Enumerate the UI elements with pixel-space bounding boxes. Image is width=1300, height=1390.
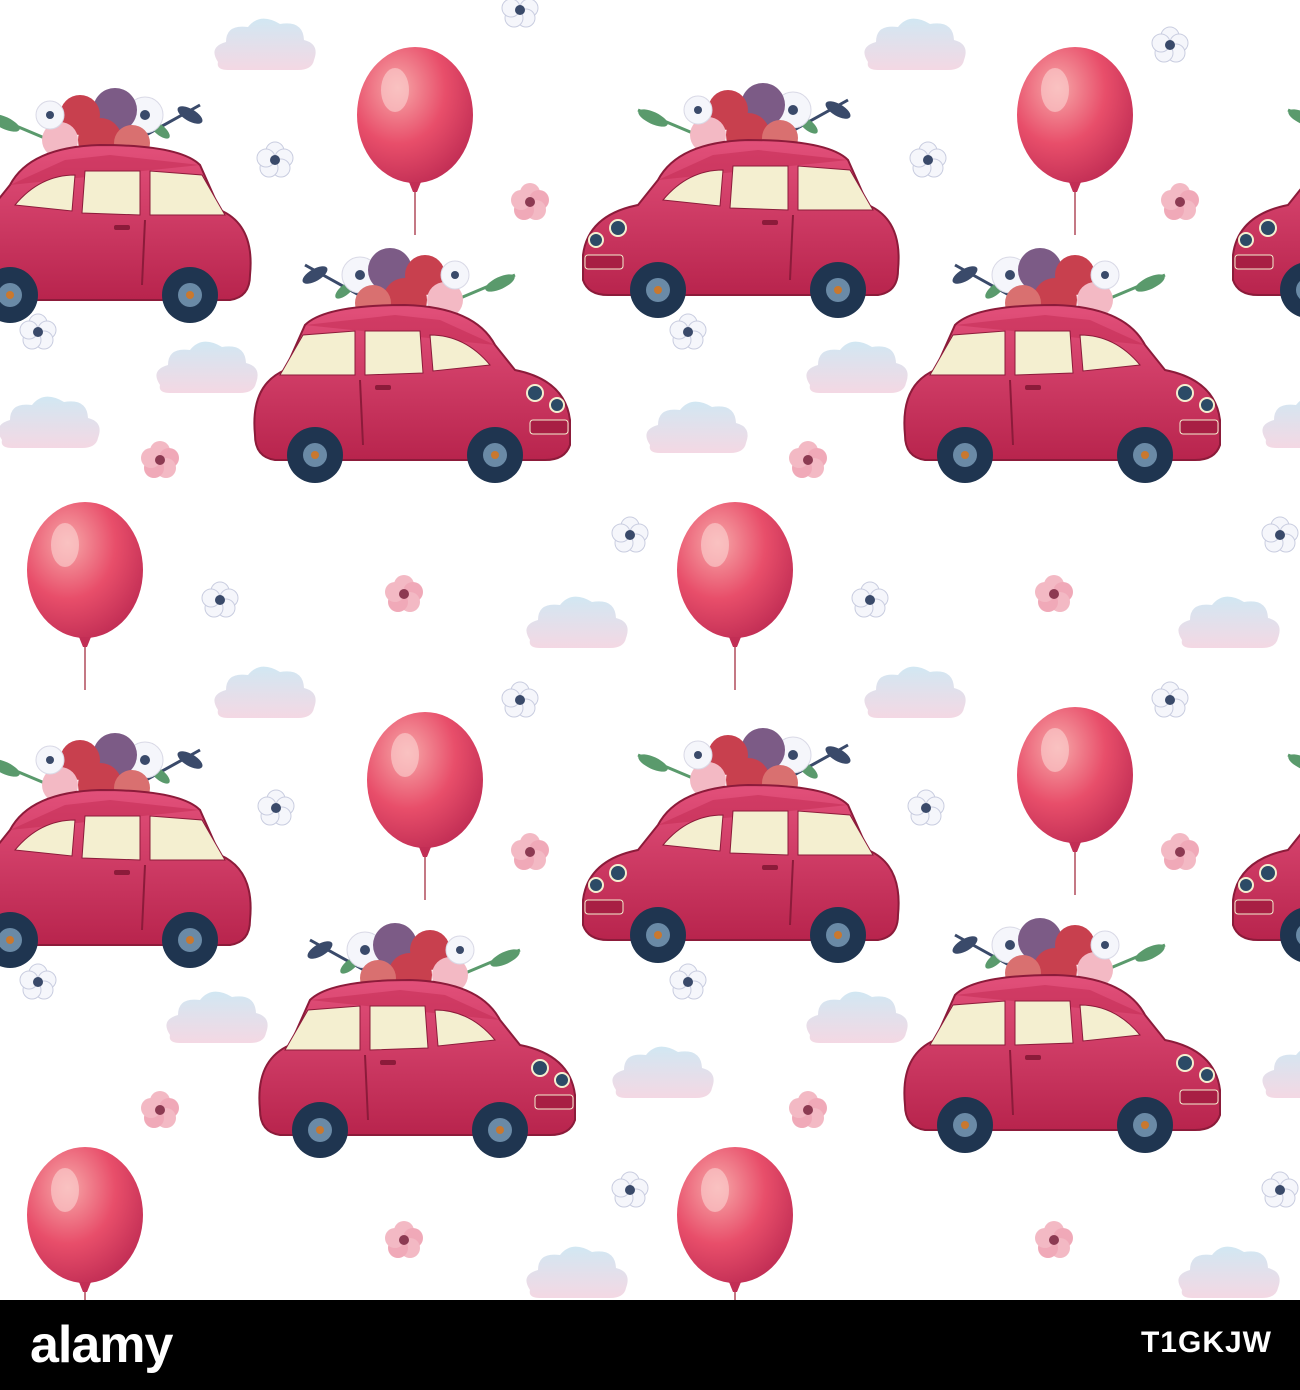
image-id-label: T1GKJW — [1140, 1326, 1272, 1359]
car-illustration — [1233, 728, 1300, 963]
white-flower — [19, 313, 57, 350]
pink-flower — [141, 1091, 179, 1128]
white-flower — [1261, 516, 1299, 553]
cloud-illustration — [864, 18, 966, 70]
car-illustration — [0, 88, 251, 323]
white-flower — [669, 313, 707, 350]
white-flower — [19, 963, 57, 1000]
pink-flower — [1035, 1221, 1073, 1258]
pink-flower — [1161, 833, 1199, 870]
cloud-illustration — [1262, 396, 1300, 448]
car-illustration — [902, 246, 1222, 485]
white-flower — [1151, 26, 1189, 63]
white-flower — [256, 141, 294, 178]
balloon-illustration — [26, 1146, 144, 1300]
balloon-illustration — [1016, 706, 1134, 896]
car-illustration — [0, 733, 251, 968]
pink-flower — [789, 1091, 827, 1128]
pink-flower — [1161, 183, 1199, 220]
cloud-illustration — [156, 341, 258, 393]
white-flower — [1151, 681, 1189, 718]
alamy-logo[interactable]: alamy — [30, 1316, 173, 1374]
cloud-illustration — [526, 596, 628, 648]
balloon-illustration — [366, 711, 484, 901]
pink-flower — [141, 441, 179, 478]
cloud-illustration — [0, 396, 100, 448]
white-flower — [501, 0, 539, 28]
cloud-illustration — [526, 1246, 628, 1298]
cloud-illustration — [1178, 596, 1280, 648]
cloud-illustration — [806, 341, 908, 393]
pink-flower — [511, 833, 549, 870]
white-flower — [611, 1171, 649, 1208]
white-flower — [501, 681, 539, 718]
white-flower — [257, 789, 295, 826]
balloon-illustration — [26, 501, 144, 691]
watermark-bar: alamy T1GKJW — [0, 1300, 1300, 1390]
car-illustration — [902, 916, 1222, 1155]
car-illustration — [1233, 83, 1300, 318]
pink-flower — [385, 1221, 423, 1258]
white-flower — [1261, 1171, 1299, 1208]
cloud-illustration — [166, 991, 268, 1043]
cloud-illustration — [214, 18, 316, 70]
balloon-illustration — [356, 46, 474, 236]
white-flower — [909, 141, 947, 178]
balloon-illustration — [676, 501, 794, 691]
car-illustration — [583, 728, 899, 963]
car-illustration — [257, 921, 577, 1160]
balloon-illustration — [676, 1146, 794, 1300]
cloud-illustration — [214, 666, 316, 718]
pink-flower — [1035, 575, 1073, 612]
white-flower — [907, 789, 945, 826]
cloud-illustration — [646, 401, 748, 453]
watercolor-pattern — [0, 0, 1300, 1300]
pink-flower — [511, 183, 549, 220]
car-illustration — [252, 246, 572, 485]
white-flower — [851, 581, 889, 618]
cloud-illustration — [1262, 1046, 1300, 1098]
cloud-illustration — [612, 1046, 714, 1098]
pink-flower — [385, 575, 423, 612]
cloud-illustration — [1178, 1246, 1280, 1298]
cloud-illustration — [864, 666, 966, 718]
cloud-illustration — [806, 991, 908, 1043]
balloon-illustration — [1016, 46, 1134, 236]
white-flower — [201, 581, 239, 618]
pink-flower — [789, 441, 827, 478]
white-flower — [669, 963, 707, 1000]
white-flower — [611, 516, 649, 553]
car-illustration — [583, 83, 899, 318]
